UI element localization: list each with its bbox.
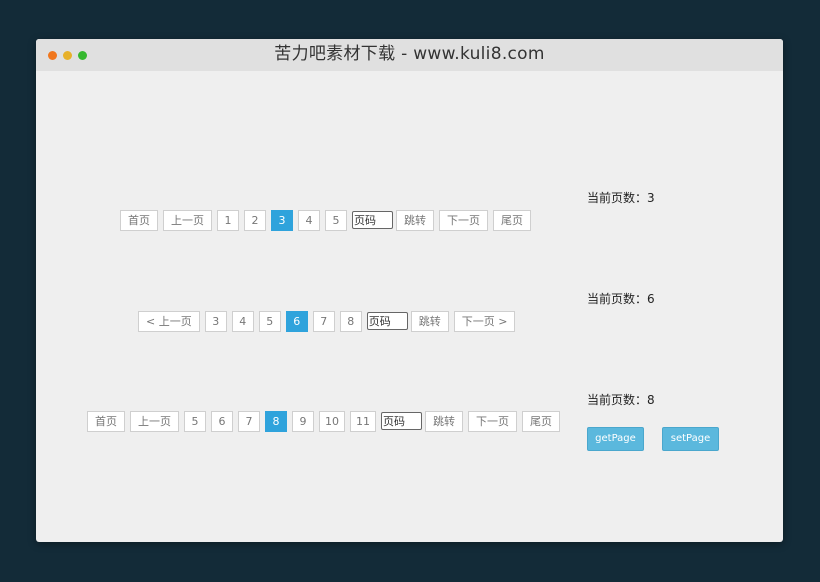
page-button[interactable]: 4 bbox=[231, 310, 254, 332]
pager-3: 首页 上一页 5 6 7 8 9 10 11 跳转 下一页 尾页 bbox=[87, 410, 565, 432]
pager-2: < 上一页 3 4 5 6 7 8 跳转 下一页 > bbox=[138, 310, 520, 332]
last-page-button[interactable]: 尾页 bbox=[522, 410, 560, 432]
prev-page-button[interactable]: < 上一页 bbox=[138, 310, 200, 332]
page-button[interactable]: 9 bbox=[292, 410, 314, 432]
page-button[interactable]: 2 bbox=[244, 209, 266, 231]
last-page-button[interactable]: 尾页 bbox=[493, 209, 531, 231]
prev-page-button[interactable]: 上一页 bbox=[130, 410, 179, 432]
first-page-button[interactable]: 首页 bbox=[120, 209, 158, 231]
window-title: 苦力吧素材下载 - www.kuli8.com bbox=[274, 44, 545, 64]
page-button[interactable]: 5 bbox=[258, 310, 281, 332]
page-button-active[interactable]: 3 bbox=[271, 209, 293, 231]
jump-button[interactable]: 跳转 bbox=[396, 209, 434, 231]
page-button-active[interactable]: 8 bbox=[265, 410, 287, 432]
page-button[interactable]: 7 bbox=[238, 410, 260, 432]
page-button[interactable]: 4 bbox=[298, 209, 320, 231]
browser-window: 苦力吧素材下载 - www.kuli8.com 首页 上一页 1 2 3 4 5… bbox=[36, 39, 783, 542]
get-page-button[interactable]: getPage bbox=[587, 427, 644, 451]
page-button[interactable]: 5 bbox=[184, 410, 206, 432]
next-page-button[interactable]: 下一页 bbox=[468, 410, 517, 432]
page-button[interactable]: 1 bbox=[217, 209, 239, 231]
current-page-label-1: 当前页数：3 bbox=[587, 191, 655, 205]
current-page-label-3: 当前页数：8 bbox=[587, 393, 655, 407]
next-page-button[interactable]: 下一页 bbox=[439, 209, 488, 231]
jump-button[interactable]: 跳转 bbox=[425, 410, 463, 432]
page-number-input[interactable] bbox=[366, 312, 408, 330]
page-button[interactable]: 8 bbox=[339, 310, 362, 332]
jump-button[interactable]: 跳转 bbox=[410, 310, 449, 332]
prev-page-button[interactable]: 上一页 bbox=[163, 209, 212, 231]
page-button[interactable]: 11 bbox=[350, 410, 376, 432]
next-page-button[interactable]: 下一页 > bbox=[453, 310, 516, 332]
page-button[interactable]: 3 bbox=[204, 310, 227, 332]
page-button[interactable]: 5 bbox=[325, 209, 347, 231]
current-page-label-2: 当前页数：6 bbox=[587, 292, 655, 306]
page-button[interactable]: 6 bbox=[211, 410, 233, 432]
page-button[interactable]: 10 bbox=[319, 410, 345, 432]
first-page-button[interactable]: 首页 bbox=[87, 410, 125, 432]
set-page-button[interactable]: setPage bbox=[662, 427, 719, 451]
page-button-active[interactable]: 6 bbox=[285, 310, 308, 332]
page-button[interactable]: 7 bbox=[312, 310, 335, 332]
pager-1: 首页 上一页 1 2 3 4 5 跳转 下一页 尾页 bbox=[120, 209, 536, 231]
page-number-input[interactable] bbox=[381, 412, 422, 430]
title-bar: 苦力吧素材下载 - www.kuli8.com bbox=[36, 39, 783, 71]
page-number-input[interactable] bbox=[352, 211, 393, 229]
